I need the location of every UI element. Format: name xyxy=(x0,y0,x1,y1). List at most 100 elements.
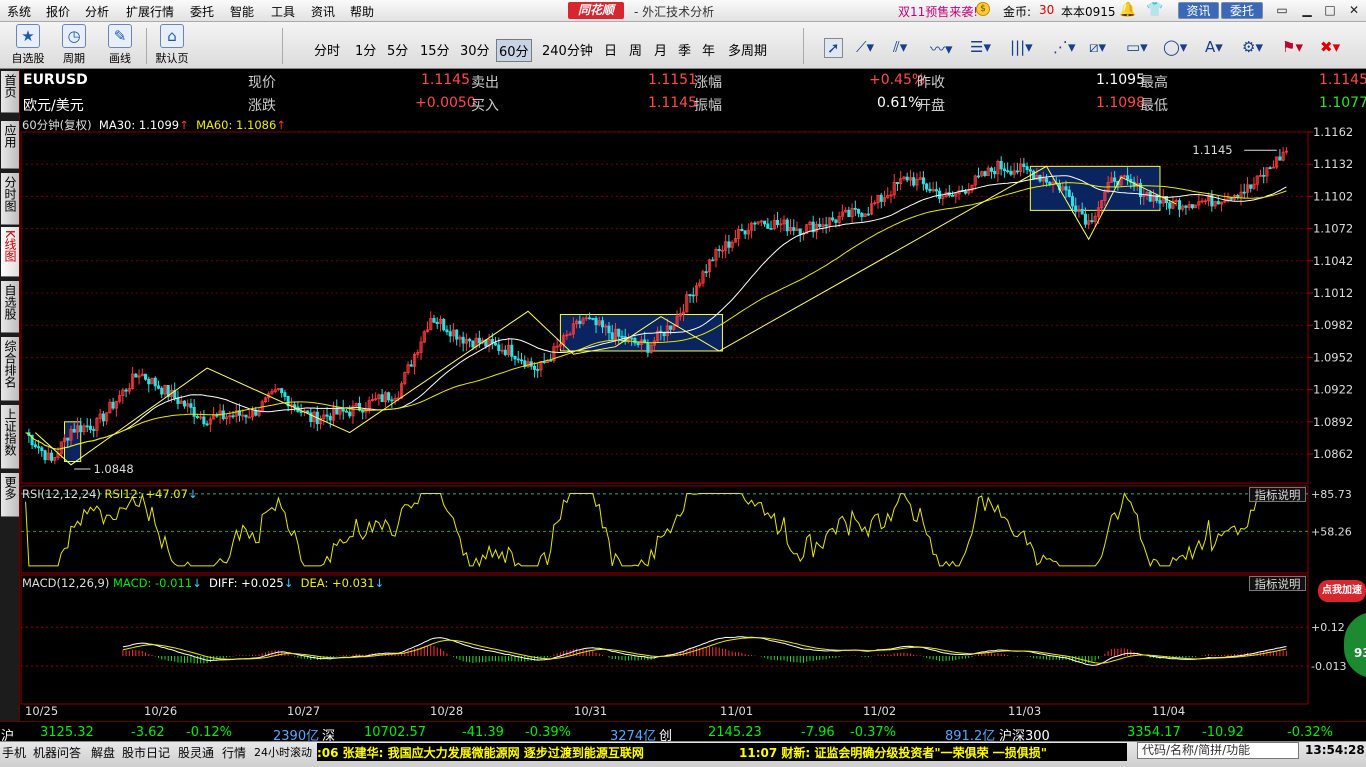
index-value: 10702.57 xyxy=(364,725,427,740)
status-diary[interactable]: 股市日记 xyxy=(122,744,170,761)
candle-body xyxy=(448,331,452,337)
status-gulingtong[interactable]: 股灵通 xyxy=(178,744,214,761)
candle-body xyxy=(860,212,864,217)
candle-body xyxy=(176,397,180,404)
candle-body xyxy=(390,399,394,402)
candle-body xyxy=(763,220,767,225)
status-24h[interactable]: 24小时滚动 xyxy=(254,744,312,760)
candle-body xyxy=(1002,168,1006,172)
candle-body xyxy=(409,364,413,367)
date-label: 10/25 xyxy=(25,704,59,718)
candle-body xyxy=(1236,194,1240,198)
chart-area[interactable]: 1.1162 1.1132 1.1102 1.1072 1.1042 1.1012 1.09… xyxy=(0,0,1366,767)
index-pct: -0.37% xyxy=(850,725,896,740)
candle-body xyxy=(92,429,96,431)
ticker-item[interactable]: 11:07 财新: 证监会明确分级投资者"一荣俱荣 一损俱损" xyxy=(739,744,1047,761)
candle-body xyxy=(895,182,899,184)
dea-value: DEA: +0.031 xyxy=(300,576,375,590)
candle-body xyxy=(513,355,517,360)
index-value: 3354.17 xyxy=(1127,725,1181,740)
candle-body xyxy=(435,321,439,324)
candle-body xyxy=(471,340,475,348)
index-change: -7.96 xyxy=(801,725,835,740)
candle-body xyxy=(156,385,161,389)
candle-body xyxy=(834,219,838,223)
news-ticker[interactable]: :06 张建华: 我国应大力发展微能源网 逐步过渡到能源互联网 11:07 财新… xyxy=(317,743,1127,761)
index-change: -10.92 xyxy=(1202,725,1244,740)
candle-body xyxy=(912,177,916,186)
search-input[interactable]: 代码/名称/简拼/功能 xyxy=(1137,742,1299,759)
candle-body xyxy=(921,177,925,185)
rsi-pane: +85.73 +58.26 xyxy=(21,488,1352,568)
candle-body xyxy=(620,335,624,338)
candle-body xyxy=(461,336,465,344)
candle-body xyxy=(999,160,1003,170)
rsi-name: RSI(12,12,24) xyxy=(22,487,101,501)
candle-body xyxy=(299,411,303,413)
y-tick-label: 1.0922 xyxy=(1313,383,1353,397)
date-label: 10/26 xyxy=(144,704,178,718)
y-tick-label: 1.1162 xyxy=(1313,125,1353,139)
candle-body xyxy=(785,219,789,232)
status-mobile[interactable]: 手机 xyxy=(2,744,26,761)
candle-body xyxy=(1148,191,1152,202)
candle-body xyxy=(928,188,932,192)
ticker-item[interactable]: :06 张建华: 我国应大力发展微能源网 逐步过渡到能源互联网 xyxy=(317,744,644,761)
candle-body xyxy=(380,394,384,403)
candle-body xyxy=(578,320,582,324)
candle-body xyxy=(691,294,695,297)
rsi-help-button[interactable]: 指标说明 xyxy=(1249,487,1306,502)
candle-body xyxy=(111,401,115,409)
candle-body xyxy=(610,332,614,340)
candle-body xyxy=(215,414,219,417)
candle-body xyxy=(40,447,44,451)
candle-body xyxy=(134,373,138,378)
candle-body xyxy=(189,403,193,408)
candle-body xyxy=(144,373,148,380)
candle-body xyxy=(192,406,196,417)
candle-body xyxy=(1006,170,1010,173)
status-qa[interactable]: 机器问答 xyxy=(33,744,81,761)
candle-body xyxy=(510,344,514,357)
candle-body xyxy=(503,349,507,356)
index-pct: -0.12% xyxy=(186,725,232,740)
index-value: 3125.32 xyxy=(40,725,94,740)
candle-body xyxy=(1184,205,1188,208)
candle-body xyxy=(387,392,391,401)
candle-body xyxy=(831,217,835,221)
macd-tick-label: -0.013 xyxy=(1311,660,1346,673)
candle-body xyxy=(88,425,92,430)
macd-tick-label: +0.12 xyxy=(1311,621,1345,634)
macd-help-button[interactable]: 指标说明 xyxy=(1249,576,1306,591)
candle-body xyxy=(993,170,997,175)
candle-body xyxy=(1278,156,1282,161)
candle-body xyxy=(633,338,637,344)
candle-body xyxy=(1067,189,1071,197)
index-value: 2145.23 xyxy=(708,725,762,740)
candle-body xyxy=(976,175,981,178)
candle-body xyxy=(853,207,857,210)
candle-body xyxy=(669,325,673,330)
candle-body xyxy=(1032,170,1036,180)
status-quote[interactable]: 行情 xyxy=(222,744,246,761)
candle-body xyxy=(455,329,459,340)
candle-body xyxy=(824,224,828,227)
y-tick-label: 1.0862 xyxy=(1313,447,1353,461)
candle-body xyxy=(607,325,611,334)
candle-body xyxy=(341,407,345,412)
rsi-line xyxy=(25,492,1287,568)
date-label: 10/27 xyxy=(287,704,321,718)
dea-line xyxy=(122,637,1287,664)
date-label: 11/01 xyxy=(720,704,754,718)
status-analysis[interactable]: 解盘 xyxy=(91,744,115,761)
rsi-pane-frame xyxy=(20,485,1309,574)
candle-body xyxy=(37,446,41,449)
candle-body xyxy=(532,365,536,370)
candle-body xyxy=(1168,202,1172,209)
candle-body xyxy=(442,318,446,331)
candle-body xyxy=(1262,174,1266,177)
diff-value: DIFF: +0.025 xyxy=(209,576,284,590)
speedup-badge[interactable]: 点我加速 xyxy=(1318,580,1366,602)
candle-body xyxy=(101,413,105,422)
candle-body xyxy=(468,338,472,342)
